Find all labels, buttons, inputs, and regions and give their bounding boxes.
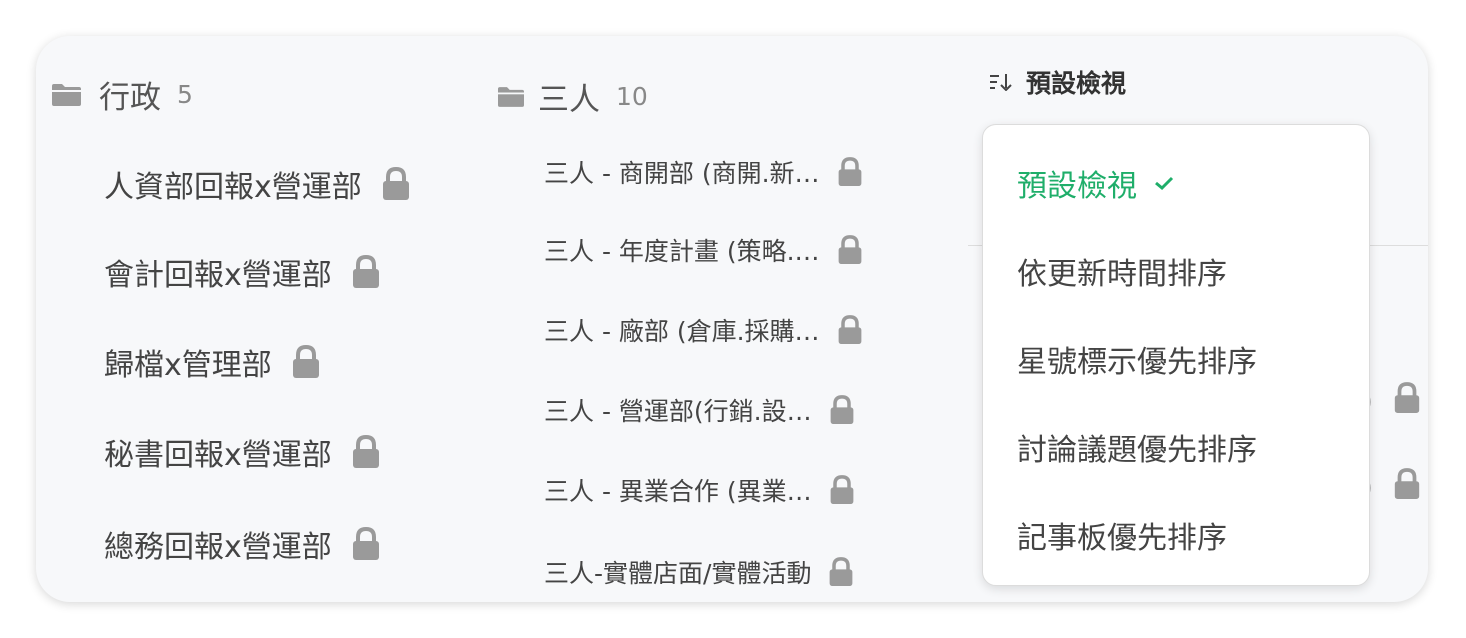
- lock-icon: [352, 255, 379, 288]
- board-item-label: 三人 - 異業合作 (異業…: [544, 477, 812, 506]
- board-item-label: 三人 - 商開部 (商開.新…: [544, 159, 820, 188]
- board-item[interactable]: 三人 - 營運部(行銷.設…: [544, 392, 856, 428]
- folder-column-three: 三人 10 三人 - 商開部 (商開.新… 三人 - 年度計畫 (策略.… 三人…: [494, 48, 968, 602]
- lock-icon: [830, 557, 853, 586]
- lock-icon: [352, 435, 379, 468]
- board-item[interactable]: 秘書回報x營運部: [104, 430, 382, 474]
- sort-dropdown-menu: 預設檢視 依更新時間排序 星號標示優先排序 討論議題優先排序 記事板優先排序: [982, 124, 1370, 586]
- sort-icon: [990, 74, 1012, 91]
- sort-option-updated[interactable]: 依更新時間排序: [1017, 249, 1227, 293]
- lock-icon: [830, 475, 853, 504]
- board-item[interactable]: 會計回報x營運部: [104, 250, 382, 294]
- folder-name: 三人: [538, 82, 600, 118]
- lock-icon: [830, 395, 853, 424]
- board-item-label: 三人 - 營運部(行銷.設…: [544, 397, 812, 426]
- folder-header[interactable]: 行政 5: [52, 72, 193, 117]
- sort-option-notes[interactable]: 記事板優先排序: [1017, 513, 1227, 557]
- lock-icon: [1394, 382, 1420, 413]
- sort-button-label: 預設檢視: [1026, 69, 1127, 98]
- board-item[interactable]: 三人 - 年度計畫 (策略.…: [544, 232, 864, 268]
- lock-icon: [838, 157, 861, 186]
- folder-header[interactable]: 三人 10: [498, 74, 648, 119]
- sort-option-discussion[interactable]: 討論議題優先排序: [1017, 425, 1257, 469]
- board-item[interactable]: 人資部回報x營運部: [104, 162, 412, 206]
- sort-option-label: 記事板優先排序: [1017, 521, 1227, 556]
- sort-option-label: 星號標示優先排序: [1017, 345, 1257, 380]
- board-item[interactable]: 三人-實體店面/實體活動: [544, 554, 855, 590]
- lock-icon: [838, 235, 861, 264]
- board-item[interactable]: 歸檔x管理部: [104, 340, 322, 384]
- folder-name: 行政: [99, 80, 161, 116]
- board-item[interactable]: 三人 - 廠部 (倉庫.採購…: [544, 312, 864, 348]
- board-item-label: 三人-實體店面/實體活動: [544, 559, 812, 588]
- folder-icon: [498, 86, 524, 107]
- sort-option-label: 討論議題優先排序: [1017, 433, 1257, 468]
- board-item[interactable]: 三人 - 商開部 (商開.新…: [544, 154, 864, 190]
- folder-icon: [52, 83, 81, 106]
- sort-option-default[interactable]: 預設檢視: [1017, 161, 1175, 205]
- board-item-label: 歸檔x管理部: [104, 348, 272, 383]
- board-item-label: 總務回報x營運部: [104, 530, 332, 565]
- board-item-label: 人資部回報x營運部: [104, 170, 362, 205]
- board-item[interactable]: 總務回報x營運部: [104, 522, 382, 566]
- lock-icon: [382, 167, 409, 200]
- lock-icon: [352, 527, 379, 560]
- sort-option-label: 預設檢視: [1017, 169, 1137, 204]
- board-item[interactable]: 三人 - 異業合作 (異業…: [544, 472, 856, 508]
- lock-icon: [292, 345, 319, 378]
- sort-button[interactable]: 預設檢視: [990, 64, 1126, 100]
- board-item-label: 三人 - 年度計畫 (策略.…: [544, 237, 820, 266]
- lock-icon: [838, 315, 861, 344]
- folder-count: 10: [616, 82, 648, 111]
- folder-column-admin: 行政 5 人資部回報x營運部 會計回報x營運部 歸檔x管理部 秘書回報x營運部 …: [36, 36, 494, 602]
- board-item-label: 秘書回報x營運部: [104, 438, 332, 473]
- board-item-label: 三人 - 廠部 (倉庫.採購…: [544, 317, 820, 346]
- sort-option-label: 依更新時間排序: [1017, 257, 1227, 292]
- board-item-label: 會計回報x營運部: [104, 258, 332, 293]
- sort-option-starred[interactable]: 星號標示優先排序: [1017, 337, 1257, 381]
- board-list-panel: 行政 5 人資部回報x營運部 會計回報x營運部 歸檔x管理部 秘書回報x營運部 …: [36, 36, 1428, 602]
- check-icon: [1155, 176, 1174, 191]
- folder-count: 5: [177, 80, 193, 109]
- lock-icon: [1394, 468, 1420, 499]
